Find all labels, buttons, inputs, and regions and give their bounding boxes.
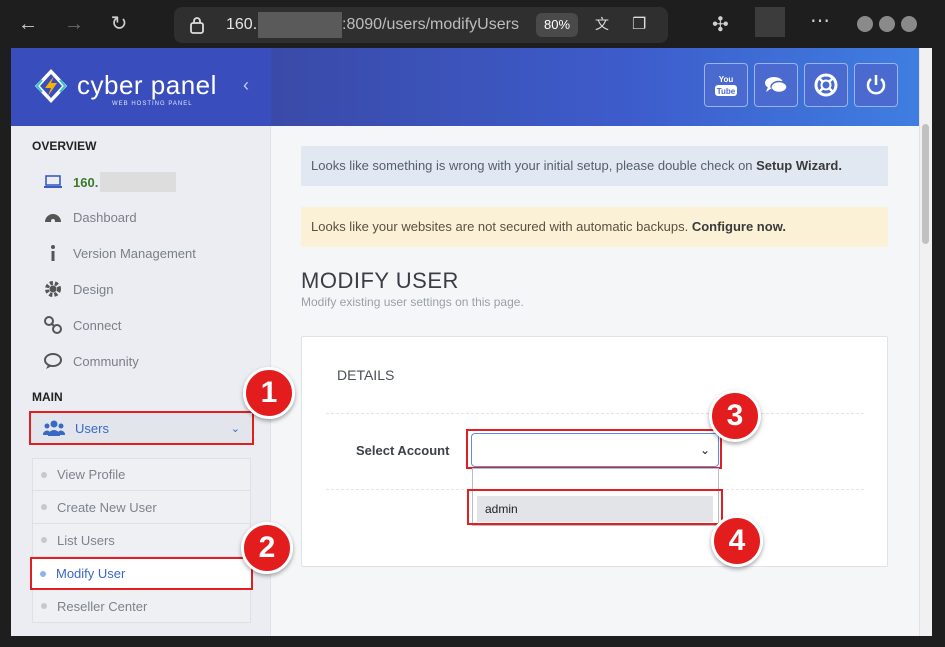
url-redaction — [258, 12, 342, 38]
bullet-icon — [41, 504, 47, 510]
submenu-modify-user[interactable]: Modify User — [30, 557, 253, 590]
window-dot[interactable] — [879, 16, 895, 32]
brand-tagline: WEB HOSTING PANEL — [112, 101, 193, 107]
setup-alert: Looks like something is wrong with your … — [301, 146, 888, 186]
lock-icon — [190, 17, 204, 34]
sidebar-item-connect[interactable]: Connect — [43, 313, 121, 337]
sidebar-item-label: Community — [73, 353, 139, 369]
server-ip: 160. — [73, 174, 99, 190]
submenu-label: Create New User — [57, 499, 157, 515]
url-path: :8090/users/modifyUsers — [342, 16, 519, 33]
sidebar-item-community[interactable]: Community — [43, 349, 139, 373]
logout-button[interactable] — [854, 63, 898, 107]
back-icon[interactable]: ← — [14, 10, 42, 38]
sidebar-item-dashboard[interactable]: Dashboard — [43, 205, 137, 229]
step-badge-3: 3 — [709, 390, 761, 442]
submenu-label: View Profile — [57, 467, 126, 482]
chevron-down-icon: ⌄ — [230, 422, 240, 435]
address-bar[interactable]: 160. :8090/users/modifyUsers 80% 文 ❐ — [174, 7, 668, 43]
details-card: DETAILS Select Account ⌄ admin — [301, 336, 888, 567]
submenu-create-user[interactable]: Create New User — [32, 491, 251, 524]
sidebar-item-label: Dashboard — [73, 209, 137, 225]
bullet-icon — [41, 537, 47, 543]
submenu-view-profile[interactable]: View Profile — [32, 458, 251, 491]
page-subtitle: Modify existing user settings on this pa… — [301, 295, 524, 309]
chat-icon — [44, 353, 62, 369]
page-viewport: cyber panel WEB HOSTING PANEL ‹ OVERVIEW… — [11, 48, 932, 636]
sidebar: cyber panel WEB HOSTING PANEL ‹ OVERVIEW… — [11, 48, 271, 636]
translate-icon[interactable]: 文 — [595, 14, 615, 34]
backup-alert: Looks like your websites are not secured… — [301, 207, 888, 247]
submenu-reseller-center[interactable]: Reseller Center — [32, 590, 251, 623]
sidebar-item-version[interactable]: Version Management — [43, 241, 196, 265]
sidebar-item-label: Version Management — [73, 245, 196, 261]
svg-text:You: You — [719, 75, 734, 84]
info-icon — [51, 245, 55, 261]
youtube-button[interactable]: You Tube — [704, 63, 748, 107]
window-dot[interactable] — [901, 16, 917, 32]
setup-wizard-link[interactable]: Setup Wizard. — [756, 158, 842, 173]
lifebuoy-icon — [814, 73, 838, 97]
reader-icon[interactable]: ❐ — [632, 14, 652, 34]
page-title: MODIFY USER — [301, 268, 459, 293]
brand-name: cyber panel — [77, 70, 217, 100]
scrollbar[interactable] — [919, 48, 932, 636]
cyberpanel-logo-icon — [35, 69, 67, 103]
more-menu-icon[interactable]: ⋯ — [810, 8, 830, 33]
submenu-list-users[interactable]: List Users — [32, 524, 251, 557]
card-title: DETAILS — [337, 367, 395, 383]
chevron-down-icon: ⌄ — [699, 443, 710, 457]
step-badge-1: 1 — [243, 367, 295, 419]
forward-icon[interactable]: → — [60, 10, 88, 38]
url-host: 160. — [226, 16, 258, 33]
collapse-sidebar-icon[interactable]: ‹ — [243, 75, 249, 96]
main-heading: MAIN — [32, 390, 63, 404]
window-dot[interactable] — [857, 16, 873, 32]
step-badge-4: 4 — [711, 515, 763, 567]
laptop-icon — [44, 175, 62, 188]
users-icon — [43, 420, 65, 436]
bullet-icon — [41, 471, 47, 478]
dashboard-icon — [45, 214, 61, 223]
support-button[interactable] — [804, 63, 848, 107]
bullet-icon — [41, 603, 47, 609]
submenu-label: Modify User — [56, 566, 126, 581]
setup-alert-text: Looks like something is wrong with your … — [311, 158, 757, 173]
gear-icon — [45, 281, 61, 297]
step-badge-2: 2 — [241, 522, 293, 574]
submenu-label: List Users — [57, 532, 115, 548]
divider — [326, 413, 864, 414]
top-header: You Tube — [271, 48, 919, 126]
svg-text:Tube: Tube — [717, 87, 736, 96]
bullet-icon — [40, 570, 46, 577]
power-icon — [866, 75, 886, 95]
sidebar-item-label: Design — [73, 281, 114, 297]
profile-avatar[interactable] — [755, 7, 785, 37]
sidebar-item-label: Connect — [73, 317, 122, 333]
dropdown-option-admin[interactable]: admin — [477, 496, 713, 522]
chat-button[interactable] — [754, 63, 798, 107]
overview-heading: OVERVIEW — [32, 139, 97, 153]
sidebar-item-server[interactable]: 160. — [43, 170, 177, 194]
account-select[interactable]: ⌄ — [471, 433, 719, 467]
users-label: Users — [75, 420, 109, 436]
browser-toolbar: ← → ↻ 160. :8090/users/modifyUsers 80% 文… — [0, 0, 945, 48]
configure-now-link[interactable]: Configure now. — [692, 219, 786, 234]
backup-alert-text: Looks like your websites are not secured… — [311, 219, 692, 234]
brand-bar: cyber panel WEB HOSTING PANEL ‹ — [11, 48, 271, 126]
youtube-icon: You Tube — [715, 75, 737, 96]
sidebar-item-design[interactable]: Design — [43, 277, 113, 301]
extensions-icon[interactable]: ✣ — [712, 12, 729, 37]
reload-icon[interactable]: ↻ — [105, 10, 133, 38]
link-icon — [44, 316, 62, 334]
scrollbar-thumb[interactable] — [922, 124, 929, 244]
select-account-label: Select Account — [356, 443, 450, 458]
users-submenu: View Profile Create New User List Users … — [30, 458, 253, 623]
zoom-badge[interactable]: 80% — [536, 13, 578, 37]
sidebar-item-users[interactable]: Users ⌄ — [29, 411, 254, 445]
submenu-label: Reseller Center — [57, 598, 148, 614]
ip-redaction — [100, 172, 177, 192]
chat-icon — [765, 77, 788, 94]
